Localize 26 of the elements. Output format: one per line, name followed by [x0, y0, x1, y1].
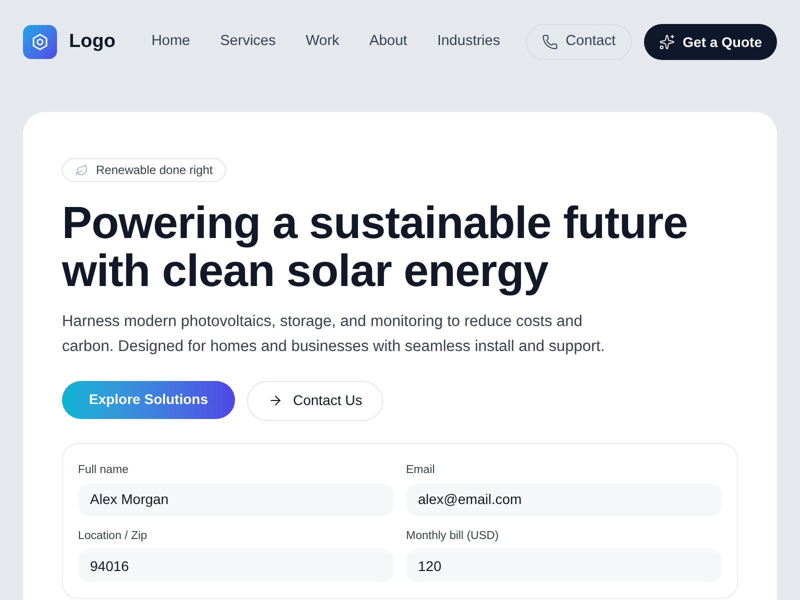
contact-button[interactable]: Contact: [526, 24, 632, 60]
sparkle-icon: [658, 34, 675, 50]
tagline-badge: Renewable done right: [62, 158, 226, 182]
nav-link[interactable]: Home: [151, 31, 190, 53]
quote-button[interactable]: Get a Quote: [644, 24, 777, 60]
input-field[interactable]: 120: [406, 549, 722, 582]
contact-us-button[interactable]: Contact Us: [247, 380, 384, 420]
brand-name: Logo: [69, 30, 116, 54]
input-field[interactable]: Alex Morgan: [78, 482, 394, 516]
field-label: Monthly bill (USD): [406, 528, 500, 544]
logo-icon: [23, 25, 57, 59]
nav-link[interactable]: Services: [220, 31, 276, 53]
arrow-icon: [268, 393, 283, 408]
input-field[interactable]: 94016: [78, 549, 394, 582]
nav-link[interactable]: About: [369, 31, 408, 53]
hero-title: Powering a sustainable future with clean solar energy: [62, 198, 689, 294]
field-label: Email: [406, 462, 436, 478]
phone-icon: [542, 34, 558, 50]
hero-description: Harness modern photovoltaics, storage, and monitoring to reduce costs and carbon. Designed for homes and businesses with seamless install and support.: [62, 312, 606, 356]
field-label: Full name: [78, 462, 130, 478]
nav-link[interactable]: Industries: [437, 31, 500, 53]
input-field[interactable]: alex@email.com: [406, 482, 722, 516]
nav-link[interactable]: Work: [306, 31, 340, 53]
explore-button[interactable]: Explore Solutions: [62, 380, 235, 418]
leaf-icon: [75, 164, 88, 176]
field-label: Location / Zip: [78, 528, 148, 544]
